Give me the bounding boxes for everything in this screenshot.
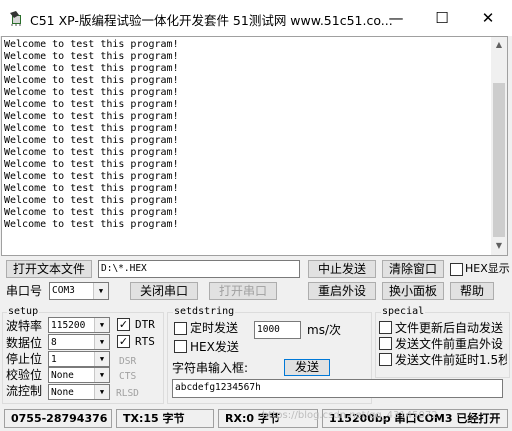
timed-send-label: 定时发送 — [190, 321, 239, 335]
baud-label: 波特率 — [6, 319, 43, 333]
send-button[interactable]: 发送 — [284, 359, 330, 376]
help-button[interactable]: 帮助 — [450, 282, 494, 300]
receive-line: Welcome to test this program! — [4, 159, 179, 170]
port-label: 串口号 — [6, 284, 43, 298]
port-select[interactable]: COM3 ▼ — [49, 282, 109, 300]
receive-line: Welcome to test this program! — [4, 195, 179, 206]
clear-window-button[interactable]: 清除窗口 — [382, 260, 444, 278]
minimize-icon[interactable]: — — [373, 0, 419, 36]
auto-send-label: 文件更新后自动发送 — [395, 321, 504, 335]
rlsd-indicator: RLSD — [116, 388, 139, 399]
special-title: special — [381, 306, 426, 318]
receive-line: Welcome to test this program! — [4, 99, 179, 110]
receive-line: Welcome to test this program! — [4, 171, 179, 182]
baud-value: 115200 — [51, 320, 86, 331]
parity-label: 校验位 — [6, 368, 43, 382]
status-phone: 0755-28794376 — [4, 409, 112, 428]
dsr-indicator: DSR — [119, 356, 137, 367]
hex-display-label: HEX显示 — [465, 262, 510, 275]
receive-line: Welcome to test this program! — [4, 75, 179, 86]
vertical-scrollbar[interactable]: ▲ ▼ — [491, 37, 507, 255]
receive-line: Welcome to test this program! — [4, 63, 179, 74]
chevron-down-icon: ▼ — [94, 335, 109, 349]
receive-line: Welcome to test this program! — [4, 123, 179, 134]
title-bar[interactable]: C51 XP-版编程试验一体化开发套件 51测试网 www.51c51.co..… — [0, 0, 512, 36]
baud-select[interactable]: 115200 ▼ — [48, 317, 110, 333]
flow-label: 流控制 — [6, 384, 43, 398]
receive-text: Welcome to test this program! Welcome to … — [4, 39, 179, 231]
interval-unit: ms/次 — [307, 323, 341, 337]
flow-select[interactable]: None ▼ — [48, 384, 110, 400]
receive-line: Welcome to test this program! — [4, 207, 179, 218]
receive-textarea[interactable]: Welcome to test this program! Welcome to … — [1, 36, 508, 256]
receive-line: Welcome to test this program! — [4, 135, 179, 146]
delay-before-send-checkbox[interactable] — [379, 353, 392, 366]
rts-checkbox[interactable]: ✓ — [117, 335, 130, 348]
databits-value: 8 — [51, 337, 57, 348]
receive-line: Welcome to test this program! — [4, 219, 179, 230]
stopbits-label: 停止位 — [6, 352, 43, 366]
close-icon[interactable]: ✕ — [465, 0, 511, 36]
port-value: COM3 — [52, 285, 75, 296]
chevron-down-icon: ▼ — [94, 352, 109, 366]
status-tx: TX:15 字节 — [116, 409, 214, 428]
open-port-button[interactable]: 打开串口 — [209, 282, 277, 300]
string-input-label: 字符串输入框: — [172, 361, 249, 375]
timed-send-checkbox[interactable] — [174, 322, 187, 335]
rts-label: RTS — [135, 335, 155, 348]
app-chip-icon — [8, 10, 24, 26]
file-path-field[interactable]: D:\*.HEX — [98, 260, 300, 278]
receive-line: Welcome to test this program! — [4, 183, 179, 194]
delay-before-send-label: 发送文件前延时1.5秒 — [395, 353, 507, 367]
window-title: C51 XP-版编程试验一体化开发套件 51测试网 www.51c51.co..… — [30, 13, 393, 28]
stopbits-select[interactable]: 1 ▼ — [48, 351, 110, 367]
chevron-down-icon: ▼ — [94, 385, 109, 399]
dtr-label: DTR — [135, 318, 155, 331]
flow-value: None — [51, 387, 74, 398]
parity-select[interactable]: None ▼ — [48, 367, 110, 383]
hex-send-label: HEX发送 — [190, 340, 239, 354]
setup-title: setup — [7, 306, 40, 318]
status-rx: RX:0 字节 — [218, 409, 318, 428]
receive-line: Welcome to test this program! — [4, 87, 179, 98]
cts-indicator: CTS — [119, 371, 137, 382]
scroll-up-icon[interactable]: ▲ — [491, 37, 507, 53]
receive-line: Welcome to test this program! — [4, 147, 179, 158]
open-file-button[interactable]: 打开文本文件 — [6, 260, 92, 278]
reset-ext-button[interactable]: 重启外设 — [308, 282, 376, 300]
hex-display-checkbox[interactable] — [450, 263, 463, 276]
parity-value: None — [51, 370, 74, 381]
status-port: 115200bp 串口COM3 已经打开 — [322, 409, 508, 428]
string-input[interactable]: abcdefg1234567h — [172, 379, 503, 398]
status-bar: 0755-28794376 TX:15 字节 RX:0 字节 115200bp … — [0, 406, 512, 431]
reset-before-send-checkbox[interactable] — [379, 337, 392, 350]
receive-line: Welcome to test this program! — [4, 51, 179, 62]
auto-send-checkbox[interactable] — [379, 321, 392, 334]
mini-panel-button[interactable]: 换小面板 — [382, 282, 444, 300]
stopbits-value: 1 — [51, 354, 57, 365]
interval-field[interactable]: 1000 — [254, 321, 301, 339]
scroll-down-icon[interactable]: ▼ — [491, 238, 507, 254]
reset-before-send-label: 发送文件前重启外设 — [395, 337, 504, 351]
chevron-down-icon: ▼ — [94, 368, 109, 382]
dtr-checkbox[interactable]: ✓ — [117, 318, 130, 331]
scroll-thumb[interactable] — [493, 83, 505, 237]
setdstring-title: setdstring — [173, 306, 236, 318]
hex-send-checkbox[interactable] — [174, 340, 187, 353]
maximize-icon[interactable]: ☐ — [419, 0, 465, 36]
databits-label: 数据位 — [6, 336, 43, 350]
stop-send-button[interactable]: 中止发送 — [308, 260, 376, 278]
receive-line: Welcome to test this program! — [4, 111, 179, 122]
close-port-button[interactable]: 关闭串口 — [130, 282, 198, 300]
databits-select[interactable]: 8 ▼ — [48, 334, 110, 350]
chevron-down-icon: ▼ — [93, 283, 108, 299]
receive-line: Welcome to test this program! — [4, 39, 179, 50]
chevron-down-icon: ▼ — [94, 318, 109, 332]
